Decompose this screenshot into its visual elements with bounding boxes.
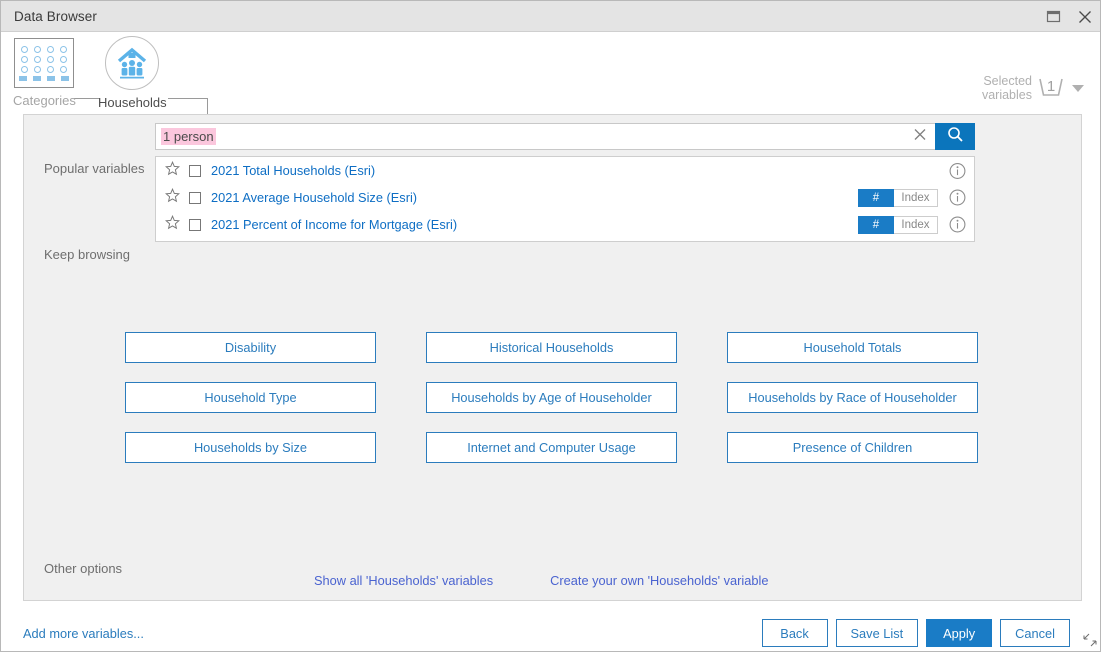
breadcrumb-item-categories[interactable]: Categories (13, 38, 76, 108)
variable-row-actions: # Index (858, 215, 966, 234)
label-keep-browsing: Keep browsing (44, 247, 130, 262)
breadcrumb-connector-1 (74, 98, 99, 99)
apply-button[interactable]: Apply (926, 619, 993, 647)
breadcrumb: Categories Households Selected variables… (1, 32, 1100, 145)
breadcrumb-connector-2 (168, 98, 208, 99)
selected-variables-line1: Selected (983, 74, 1032, 88)
breadcrumb-label-categories: Categories (13, 93, 76, 108)
footer-buttons: Back Save List Apply Cancel (761, 619, 1070, 647)
create-own-variable-link[interactable]: Create your own 'Households' variable (550, 573, 768, 588)
toggle-index-option[interactable]: Index (894, 188, 938, 207)
footer-bar: Add more variables... Back Save List App… (1, 602, 1100, 651)
window-controls (1042, 1, 1096, 32)
variable-checkbox[interactable] (189, 164, 201, 177)
selected-variables-label: Selected variables (982, 74, 1032, 102)
save-list-button[interactable]: Save List (835, 619, 919, 647)
toggle-number-option[interactable]: # (858, 188, 894, 207)
breadcrumb-item-households[interactable]: Households (98, 36, 167, 110)
browse-button-household-type[interactable]: Household Type (125, 382, 376, 413)
label-other-options: Other options (44, 561, 123, 576)
browse-button-households-by-size[interactable]: Households by Size (125, 432, 376, 463)
info-icon[interactable] (949, 189, 966, 206)
window-title: Data Browser (14, 8, 97, 24)
data-browser-window: Data Browser Categories Households Selec… (0, 0, 1101, 652)
variable-row[interactable]: 2021 Average Household Size (Esri) # Ind… (156, 184, 974, 211)
selected-variables-count: 1 (1046, 78, 1056, 95)
title-bar: Data Browser (1, 1, 1100, 32)
grid-categories-icon (14, 38, 75, 88)
variable-name[interactable]: 2021 Average Household Size (Esri) (211, 190, 417, 205)
variable-row-actions: # Index (858, 188, 966, 207)
search-row: 1 person (155, 123, 975, 150)
browse-button-households-by-race[interactable]: Households by Race of Householder (727, 382, 978, 413)
chevron-down-icon[interactable] (1072, 84, 1084, 92)
browse-categories-grid: Disability Historical Households Househo… (125, 332, 980, 463)
search-input[interactable]: 1 person (155, 123, 935, 150)
restore-window-icon[interactable] (1042, 6, 1064, 28)
variable-checkbox[interactable] (189, 191, 201, 204)
browse-button-historical-households[interactable]: Historical Households (426, 332, 677, 363)
info-icon[interactable] (949, 162, 966, 179)
variable-name[interactable]: 2021 Total Households (Esri) (211, 163, 375, 178)
popular-variables-list: 2021 Total Households (Esri) 2021 Averag… (155, 156, 975, 242)
star-icon[interactable] (164, 187, 181, 208)
browse-button-households-by-age[interactable]: Households by Age of Householder (426, 382, 677, 413)
browse-button-presence-of-children[interactable]: Presence of Children (727, 432, 978, 463)
household-people-icon (105, 36, 160, 90)
add-more-variables-link[interactable]: Add more variables... (23, 626, 144, 641)
search-icon (947, 126, 964, 148)
clear-x-icon[interactable] (913, 127, 927, 146)
content-panel: Popular variables Keep browsing Other op… (23, 114, 1082, 601)
variable-checkbox[interactable] (189, 218, 201, 231)
variable-name[interactable]: 2021 Percent of Income for Mortgage (Esr… (211, 217, 457, 232)
show-all-variables-link[interactable]: Show all 'Households' variables (314, 573, 493, 588)
variable-row-actions (949, 162, 966, 179)
star-icon[interactable] (164, 214, 181, 235)
variable-row[interactable]: 2021 Total Households (Esri) (156, 157, 974, 184)
cancel-button[interactable]: Cancel (1000, 619, 1070, 647)
selected-variables-line2: variables (981, 88, 1032, 102)
selected-variables-control[interactable]: Selected variables 1 (982, 74, 1084, 102)
back-button[interactable]: Back (761, 619, 828, 647)
basket-icon: 1 (1036, 75, 1066, 101)
star-icon[interactable] (164, 160, 181, 181)
label-popular-variables: Popular variables (44, 161, 145, 176)
search-input-value: 1 person (161, 128, 216, 145)
resize-handle-icon[interactable] (1083, 633, 1097, 647)
breadcrumb-label-households: Households (98, 95, 167, 110)
browse-button-disability[interactable]: Disability (125, 332, 376, 363)
close-icon[interactable] (1074, 6, 1096, 28)
toggle-index-option[interactable]: Index (894, 215, 938, 234)
browse-button-internet-computer-usage[interactable]: Internet and Computer Usage (426, 432, 677, 463)
variable-row[interactable]: 2021 Percent of Income for Mortgage (Esr… (156, 211, 974, 238)
search-button[interactable] (935, 123, 975, 150)
toggle-number-option[interactable]: # (858, 215, 894, 234)
number-index-toggle[interactable]: # Index (858, 215, 938, 234)
info-icon[interactable] (949, 216, 966, 233)
number-index-toggle[interactable]: # Index (858, 188, 938, 207)
browse-button-household-totals[interactable]: Household Totals (727, 332, 978, 363)
other-options-links: Show all 'Households' variables Create y… (314, 573, 768, 588)
